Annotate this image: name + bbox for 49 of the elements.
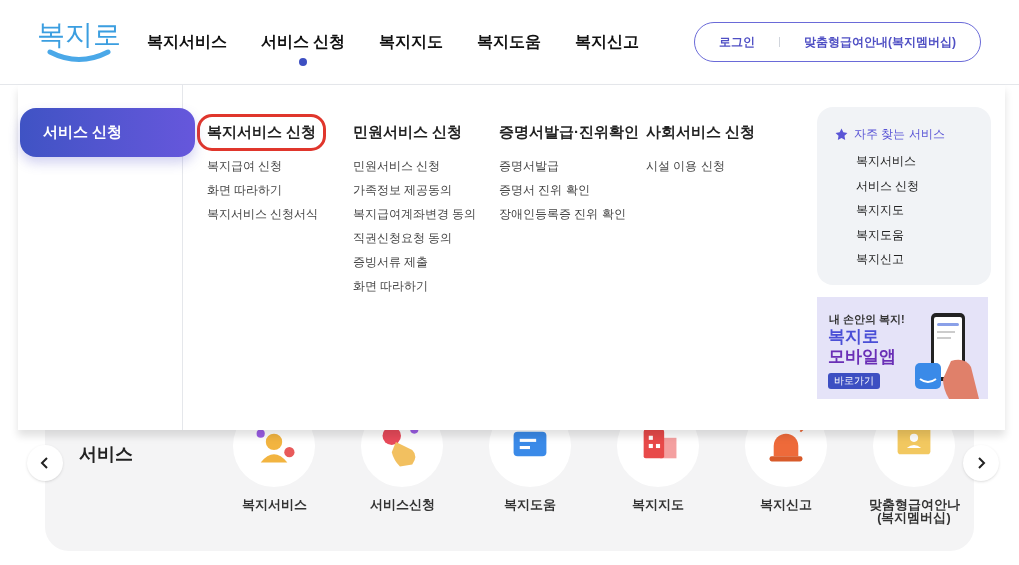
service-label[interactable]: 서비스신청 <box>369 499 435 512</box>
submenu-link[interactable]: 복지서비스 신청서식 <box>207 205 353 222</box>
chevron-left-icon <box>40 456 50 470</box>
favorites-title: 자주 찾는 서비스 <box>854 126 945 143</box>
submenu-link[interactable]: 화면 따라하기 <box>353 277 499 294</box>
favorite-link[interactable]: 복지도움 <box>856 226 991 243</box>
login-link[interactable]: 로그인 <box>719 33 755 51</box>
chevron-right-icon <box>976 456 986 470</box>
section-heading: 서비스 <box>79 444 133 464</box>
column-title[interactable]: 사회서비스 신청 <box>646 121 756 144</box>
submenu-link[interactable]: 복지급여계좌변경 동의 <box>353 205 499 222</box>
submenu-link[interactable]: 민원서비스 신청 <box>353 157 499 174</box>
submenu-link[interactable]: 화면 따라하기 <box>207 181 353 198</box>
service-label[interactable]: 맞춤형급여안나 (복지멤버십) <box>868 499 960 525</box>
column-title[interactable]: 민원서비스 신청 <box>353 121 463 144</box>
section-tab[interactable]: 서비스 신청 <box>20 108 195 157</box>
smile-swoosh-icon <box>47 49 111 63</box>
next-button[interactable] <box>963 445 999 481</box>
column-title[interactable]: 복지서비스 신청 <box>198 115 326 150</box>
nav-tab[interactable]: 복지신고 <box>575 30 640 54</box>
column-title[interactable]: 증명서발급·진위확인 <box>499 121 639 144</box>
nav-tab[interactable]: 복지지도 <box>379 30 444 54</box>
favorite-link[interactable]: 복지지도 <box>856 202 991 218</box>
submenu-link[interactable]: 장애인등록증 진위 확인 <box>499 205 646 222</box>
favorite-link[interactable]: 서비스 신청 <box>856 177 991 194</box>
service-label[interactable]: 복지서비스 <box>241 499 307 512</box>
nav-tab[interactable]: 복지서비스 <box>147 30 227 54</box>
banner-title: 모바일앱 <box>828 347 896 367</box>
previous-button[interactable] <box>27 445 63 481</box>
banner-tagline: 내 손안의 복지! <box>829 312 905 327</box>
favorite-link[interactable]: 복지서비스 <box>856 153 991 169</box>
membership-link[interactable]: 맞춤형급여안내(복지멤버십) <box>804 33 956 51</box>
submenu-link[interactable]: 증빙서류 제출 <box>353 253 499 270</box>
service-label[interactable]: 복지도움 <box>504 499 556 512</box>
nav-tab[interactable]: 서비스 신청 <box>261 30 346 54</box>
submenu-link[interactable]: 시설 이용 신청 <box>646 157 786 174</box>
submenu-link[interactable]: 증명서 진위 확인 <box>499 181 646 198</box>
star-icon <box>835 127 848 141</box>
favorite-link[interactable]: 복지신고 <box>856 251 991 267</box>
banner-title: 복지로 <box>828 327 879 347</box>
submenu-link[interactable]: 증명서발급 <box>499 157 646 174</box>
submenu-link[interactable]: 복지급여 신청 <box>207 157 353 174</box>
service-label[interactable]: 복지신고 <box>760 499 812 512</box>
service-label[interactable]: 복지지도 <box>632 499 684 512</box>
app-banner[interactable]: 내 손안의 복지! 복지로 모바일앱 바로가기 <box>817 297 988 399</box>
submenu-link[interactable]: 가족정보 제공동의 <box>353 181 499 198</box>
banner-button[interactable]: 바로가기 <box>828 373 880 389</box>
nav-tab[interactable]: 복지도움 <box>477 30 542 54</box>
submenu-link[interactable]: 직권신청요청 동의 <box>353 229 499 246</box>
